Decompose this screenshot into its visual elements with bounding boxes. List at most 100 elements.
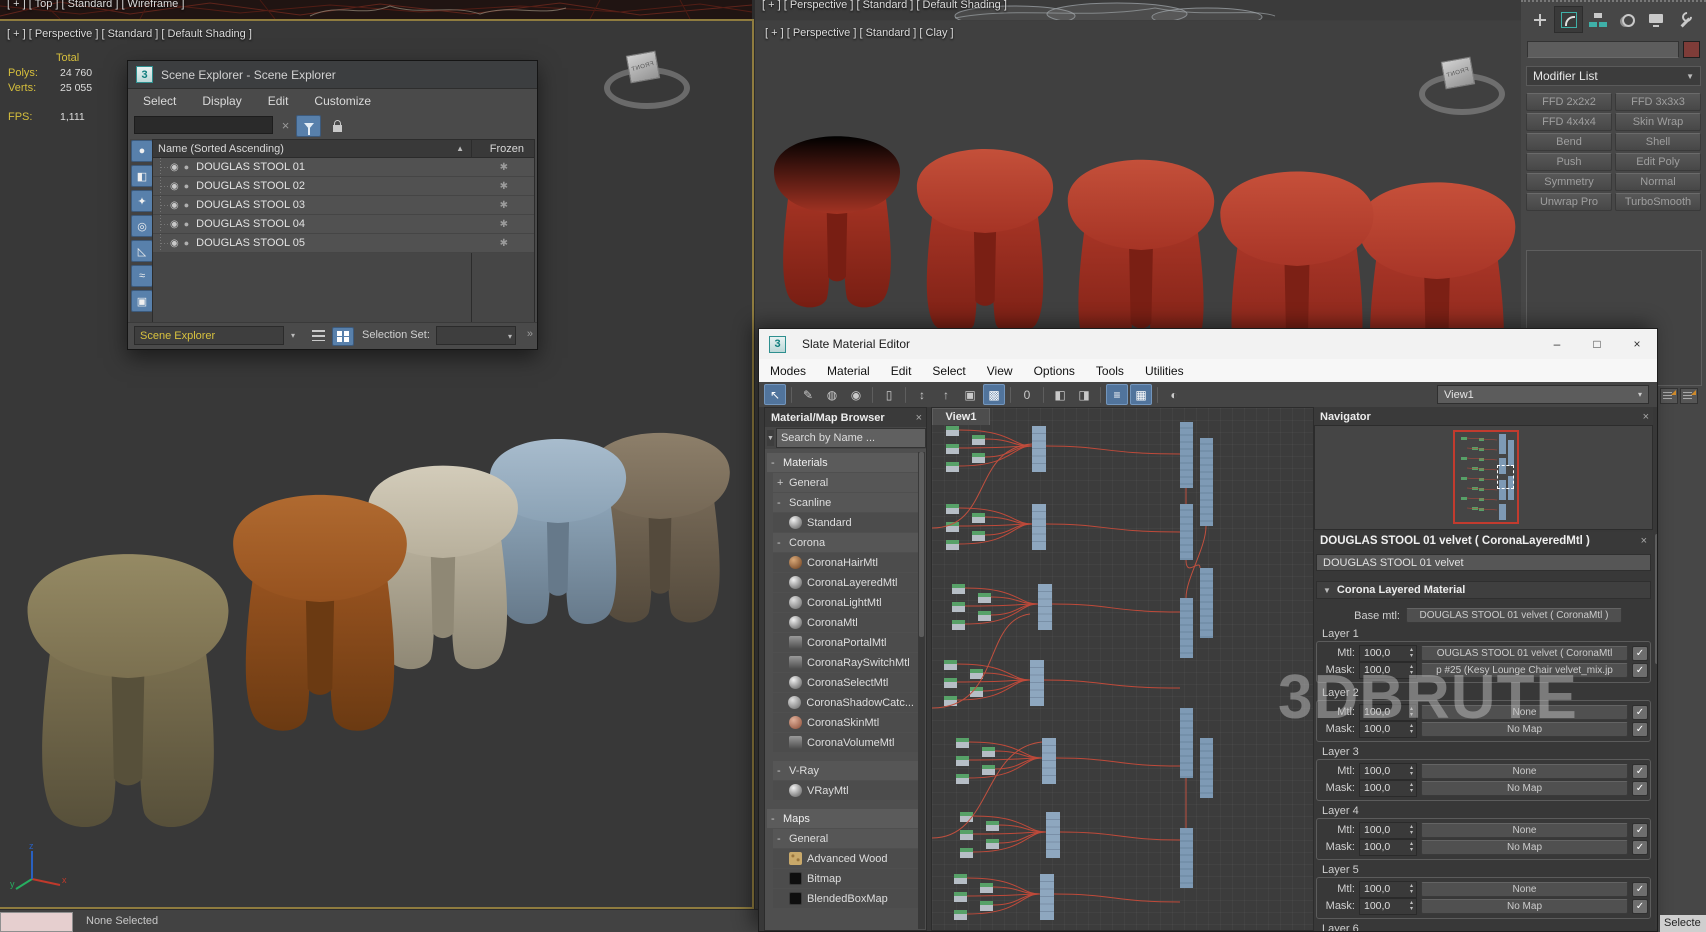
explorer-selector-combo[interactable]: Scene Explorer: [134, 326, 284, 345]
menu-item[interactable]: Select: [932, 364, 965, 378]
modify-tab[interactable]: [1554, 6, 1583, 33]
browser-search-input[interactable]: [776, 428, 926, 448]
material-preview-icon[interactable]: ▣: [959, 384, 981, 405]
object-name[interactable]: DOUGLAS STOOL 02: [196, 180, 305, 192]
modifier-preset-button[interactable]: FFD 2x2x2: [1526, 93, 1612, 111]
close-icon[interactable]: ×: [916, 412, 922, 424]
minimize-button[interactable]: –: [1537, 329, 1577, 359]
navigator-view-rect[interactable]: [1453, 430, 1519, 524]
show-shaded-material-icon[interactable]: ▩: [983, 384, 1005, 405]
grid-view-icon[interactable]: [332, 327, 354, 346]
render-dot-icon[interactable]: ●: [184, 238, 189, 248]
table-row[interactable]: ◉ ● DOUGLAS STOOL 05 ✱: [153, 234, 534, 253]
modifier-list-dropdown[interactable]: Modifier List ▼: [1526, 66, 1701, 86]
display-cameras-icon[interactable]: ◎: [131, 215, 153, 237]
mtl-slot-button[interactable]: OUGLAS STOOL 01 velvet ( CoronaMtl: [1421, 646, 1628, 661]
frozen-state-icon[interactable]: ✱: [500, 162, 508, 173]
configure-modifier-sets-icon[interactable]: [1680, 388, 1698, 404]
collapse-toggle[interactable]: -: [777, 765, 784, 777]
modifier-preset-button[interactable]: Bend: [1526, 133, 1612, 151]
collapse-toggle[interactable]: -: [777, 833, 784, 845]
layout-children-icon[interactable]: ↑: [935, 384, 957, 405]
browser-item[interactable]: Advanced Wood: [773, 849, 918, 868]
object-name[interactable]: DOUGLAS STOOL 01: [196, 161, 305, 173]
spinner-arrows-icon[interactable]: ▴▾: [1407, 841, 1416, 853]
viewcube[interactable]: FRONT: [600, 43, 686, 113]
browser-item[interactable]: Bitmap: [773, 869, 918, 888]
collapse-toggle[interactable]: -: [777, 497, 784, 509]
pick-material-from-object-icon[interactable]: ✎: [797, 384, 819, 405]
display-helpers-icon[interactable]: ◺: [131, 240, 153, 262]
frozen-state-icon[interactable]: ✱: [500, 219, 508, 230]
node-graph-view[interactable]: View1: [931, 407, 1314, 931]
mask-enable-checkbox[interactable]: ✓: [1632, 722, 1648, 737]
modifier-preset-button[interactable]: FFD 4x4x4: [1526, 113, 1612, 131]
menu-item[interactable]: View: [987, 364, 1013, 378]
motion-tab[interactable]: [1612, 6, 1641, 33]
browser-item[interactable]: CoronaPortalMtl: [773, 633, 918, 652]
scene-explorer-titlebar[interactable]: 3 Scene Explorer - Scene Explorer – □ ×: [128, 61, 537, 89]
browser-item[interactable]: - General: [773, 829, 918, 848]
search-input[interactable]: [134, 116, 273, 134]
mask-amount-spinner[interactable]: 100,0 ▴▾: [1359, 780, 1417, 797]
collapse-toggle[interactable]: -: [771, 457, 778, 469]
object-name-field[interactable]: [1527, 41, 1679, 58]
mtl-slot-button[interactable]: None: [1421, 764, 1628, 779]
menu-item[interactable]: Utilities: [1145, 364, 1184, 378]
browser-item[interactable]: CoronaSelectMtl: [773, 673, 918, 692]
menu-item[interactable]: Select: [143, 94, 176, 108]
collapse-toggle[interactable]: +: [777, 477, 784, 489]
collapse-toggle[interactable]: -: [771, 813, 778, 825]
display-spacewarps-icon[interactable]: ≈: [131, 265, 153, 287]
mask-slot-button[interactable]: No Map: [1421, 899, 1628, 914]
spinner-arrows-icon[interactable]: ▴▾: [1407, 647, 1416, 659]
browser-panel-header[interactable]: Material/Map Browser ×: [765, 408, 926, 427]
maxscript-mini-listener[interactable]: [0, 912, 73, 932]
mtl-amount-spinner[interactable]: 100,0 ▴▾: [1359, 822, 1417, 839]
viewcube-front-face[interactable]: FRONT: [1446, 67, 1470, 79]
spinner-arrows-icon[interactable]: ▴▾: [1407, 765, 1416, 777]
render-dot-icon[interactable]: ●: [184, 181, 189, 191]
mask-amount-spinner[interactable]: 100,0 ▴▾: [1359, 839, 1417, 856]
viewport-top[interactable]: [ + ] [ Top ] [ Standard ] [ Wireframe ]: [0, 0, 752, 19]
mtl-amount-spinner[interactable]: 100,0 ▴▾: [1359, 645, 1417, 662]
selected-button-fragment[interactable]: Selecte: [1660, 915, 1706, 932]
modifier-preset-button[interactable]: Unwrap Pro: [1526, 193, 1612, 211]
browser-item[interactable]: BlendedBoxMap: [773, 889, 918, 908]
mtl-slot-button[interactable]: None: [1421, 882, 1628, 897]
spinner-arrows-icon[interactable]: ▴▾: [1407, 782, 1416, 794]
clear-search-icon[interactable]: ×: [277, 116, 294, 134]
frozen-column-header[interactable]: Frozen: [490, 143, 524, 155]
menu-item[interactable]: Options: [1034, 364, 1075, 378]
show-end-result-icon[interactable]: ◧: [1049, 384, 1071, 405]
collapse-toggle[interactable]: -: [777, 537, 784, 549]
edit-grid-icon[interactable]: [1660, 388, 1678, 404]
menu-item[interactable]: Display: [202, 94, 241, 108]
viewcube-cube[interactable]: FRONT: [1441, 57, 1475, 90]
browser-item[interactable]: - V-Ray: [773, 761, 918, 780]
mtl-enable-checkbox[interactable]: ✓: [1632, 705, 1648, 720]
spinner-arrows-icon[interactable]: ▴▾: [1407, 883, 1416, 895]
sort-ascending-icon[interactable]: ▲: [456, 144, 464, 153]
rollout-header[interactable]: ▼ Corona Layered Material: [1316, 581, 1651, 599]
menu-item[interactable]: Material: [827, 364, 870, 378]
modifier-preset-button[interactable]: Skin Wrap: [1615, 113, 1701, 131]
visibility-eye-icon[interactable]: ◉: [170, 219, 179, 230]
mask-slot-button[interactable]: No Map: [1421, 840, 1628, 855]
list-column-header[interactable]: Name (Sorted Ascending) ▲ Frozen: [153, 140, 534, 158]
base-mtl-slot-button[interactable]: DOUGLAS STOOL 01 velvet ( CoronaMtl ): [1406, 608, 1622, 623]
mask-enable-checkbox[interactable]: ✓: [1632, 899, 1648, 914]
mtl-amount-spinner[interactable]: 100,0 ▴▾: [1359, 881, 1417, 898]
spinner-arrows-icon[interactable]: ▴▾: [1407, 824, 1416, 836]
browser-item[interactable]: CoronaVolumeMtl: [773, 733, 918, 752]
modifier-preset-button[interactable]: Symmetry: [1526, 173, 1612, 191]
browser-item[interactable]: VRayMtl: [773, 781, 918, 800]
modifier-preset-button[interactable]: Shell: [1615, 133, 1701, 151]
viewport-top-right[interactable]: [ + ] [ Perspective ] [ Standard ] [ Def…: [755, 0, 1521, 20]
modifier-preset-button[interactable]: TurboSmooth: [1615, 193, 1701, 211]
create-tab[interactable]: [1525, 6, 1554, 33]
mask-enable-checkbox[interactable]: ✓: [1632, 663, 1648, 678]
close-icon[interactable]: ×: [1643, 411, 1649, 423]
browser-item[interactable]: CoronaShadowCatc...: [773, 693, 918, 712]
close-button[interactable]: ×: [1617, 329, 1657, 359]
